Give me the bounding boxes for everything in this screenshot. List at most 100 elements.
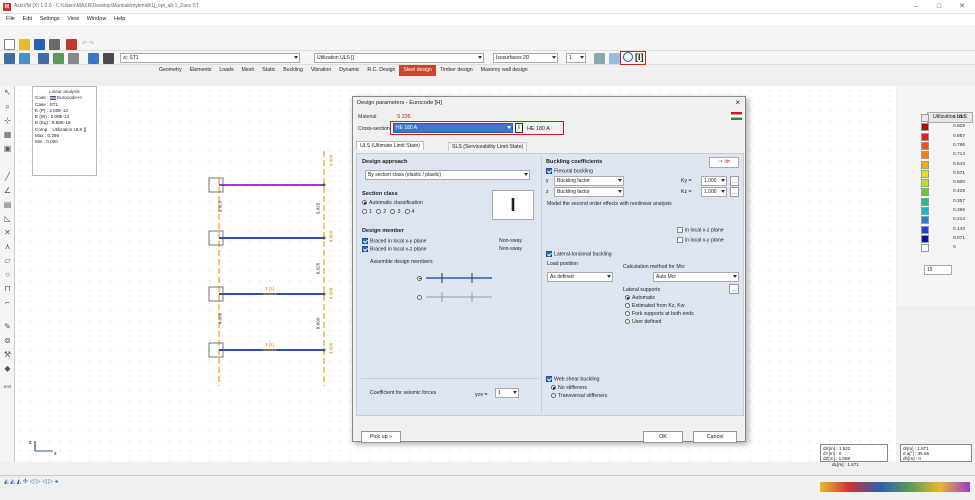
lateral-torsional-checkbox[interactable]: Lateral-torsional buckling	[546, 251, 612, 257]
kz-input[interactable]: 1.000	[701, 187, 727, 197]
class-1-radio[interactable]	[362, 209, 367, 215]
tab-masonry-wall-design[interactable]: Masonry wall design	[477, 64, 532, 76]
animation-icon[interactable]	[594, 53, 605, 64]
class-2-radio[interactable]	[376, 209, 382, 215]
line-icon[interactable]: ╱	[3, 172, 12, 181]
class-4-radio[interactable]	[404, 209, 410, 215]
cross-section-select[interactable]: HE 180 A	[393, 123, 513, 133]
buckling-factor-y-select[interactable]: Buckling factor	[554, 176, 624, 186]
dialog-close-button[interactable]: ×	[735, 98, 740, 107]
menu-settings[interactable]: Settings	[40, 14, 60, 25]
cut-icon[interactable]: ⌐	[3, 298, 12, 307]
lateral-automatic-radio[interactable]: Automatic	[625, 295, 655, 301]
step-select[interactable]: 1	[566, 53, 586, 63]
menu-help[interactable]: Help	[114, 14, 125, 25]
menu-file[interactable]: File	[6, 14, 15, 25]
maximize-button[interactable]: □	[928, 0, 950, 14]
tab-elements[interactable]: Elements	[186, 64, 216, 76]
seismic-coefficient-select[interactable]: 1	[495, 388, 519, 398]
web-shear-checkbox[interactable]: Web shear buckling	[546, 376, 599, 382]
tab-timber-design[interactable]: Timber design	[436, 64, 477, 76]
marker-icon[interactable]: ◆	[3, 364, 12, 373]
close-window-button[interactable]: ✕	[951, 0, 973, 14]
kz-more-button[interactable]: …	[730, 187, 739, 197]
layers-icon[interactable]	[4, 53, 15, 64]
lateral-supports-more-button[interactable]: …	[729, 284, 739, 294]
flexural-buckling-checkbox[interactable]: Flexural buckling	[546, 168, 593, 174]
braced-xy-checkbox[interactable]: Braced in local x-y plane	[362, 238, 427, 244]
tab-vibration[interactable]: Vibration	[307, 64, 335, 76]
view-icon[interactable]	[68, 53, 79, 64]
scale-header[interactable]: Utilization ULS	[927, 112, 973, 123]
tab-mesh[interactable]: Mesh	[238, 64, 259, 76]
save-icon[interactable]	[34, 39, 45, 50]
local-xy-checkbox[interactable]: in local x-y plane	[677, 237, 724, 243]
copy-parameters-button[interactable]: ⇢ ≫	[709, 157, 739, 168]
surface-icon[interactable]: ▱	[3, 256, 12, 265]
gear-icon[interactable]	[88, 53, 99, 64]
measure-icon[interactable]: ⊚	[3, 336, 12, 345]
assemble-option-2[interactable]	[417, 290, 494, 304]
ky-input[interactable]: 1.000	[701, 176, 727, 186]
cancel-button[interactable]: Cancel	[693, 431, 737, 443]
tab-static[interactable]: Static	[258, 64, 279, 76]
tab-uls[interactable]: ULS (Ultimate Limit State)	[356, 141, 424, 150]
report-icon[interactable]	[66, 39, 77, 50]
menu-view[interactable]: View	[67, 14, 79, 25]
minimize-button[interactable]: –	[905, 0, 927, 14]
print-icon[interactable]	[49, 39, 60, 50]
wall-icon[interactable]: ⊓	[3, 284, 12, 293]
display-mode-select[interactable]: Isosurfaces 2D	[493, 53, 558, 63]
circle-icon[interactable]: ○	[3, 270, 12, 279]
angle-icon[interactable]: ∠	[3, 186, 12, 195]
class-3-radio[interactable]	[390, 209, 396, 215]
lateral-estimated-radio[interactable]: Estimated from Kz, Kw	[625, 303, 684, 309]
tab-sls[interactable]: SLS (Serviceability Limit State)	[448, 142, 528, 151]
lateral-user-radio[interactable]: User defined	[625, 319, 661, 325]
grid-icon[interactable]: ▦	[3, 130, 12, 139]
scale-count-input[interactable]: 15	[924, 265, 952, 275]
local-xz-checkbox[interactable]: in local x-z plane	[677, 227, 724, 233]
tab-steel-design[interactable]: Steel design	[399, 64, 436, 76]
buckling-factor-z-select[interactable]: Buckling factor	[554, 187, 624, 197]
design-params-icon[interactable]: [I]	[635, 52, 644, 62]
tab-loads[interactable]: Loads	[215, 64, 237, 76]
menu-window[interactable]: Window	[87, 14, 107, 25]
slope-icon[interactable]: ◺	[3, 214, 12, 223]
lateral-fork-radio[interactable]: Fork supports at both ends	[625, 311, 694, 317]
section-class-auto-radio[interactable]: Automatic classification	[362, 200, 423, 206]
ky-more-button[interactable]: …	[730, 176, 739, 186]
node-icon[interactable]: ⊹	[3, 116, 12, 125]
vertex-icon[interactable]: ⋏	[3, 242, 12, 251]
ok-button[interactable]: OK	[643, 431, 683, 443]
pen-icon[interactable]: ✎	[3, 322, 12, 331]
result-component-select[interactable]: Utilization ULS []	[314, 53, 484, 63]
menu-edit[interactable]: Edit	[23, 14, 32, 25]
assemble-option-1[interactable]	[417, 271, 494, 285]
tab-geometry[interactable]: Geometry	[155, 64, 186, 76]
braced-xz-checkbox[interactable]: Braced in local x-z plane	[362, 246, 427, 252]
web-transversal-radio[interactable]: Transversal stiffeners	[551, 393, 607, 399]
zoom-icon[interactable]: ⌕	[3, 102, 12, 111]
undo-icon[interactable]: ↶ ↷ ·	[82, 40, 97, 47]
table-browser-icon[interactable]	[38, 53, 49, 64]
refresh-design-icon[interactable]	[623, 52, 633, 62]
calc-method-select[interactable]: Auto Mcr	[653, 272, 739, 282]
design-approach-select[interactable]: By section class (elastic / plastic)	[365, 170, 530, 180]
load-case-select[interactable]: ʌi: ST1	[120, 53, 300, 63]
view-nav-icons[interactable]: ◭ ◭ ◭ ✣ ◁ ▷ ◁ ▷ ◂	[4, 478, 58, 485]
tab-dynamic[interactable]: Dynamic	[335, 64, 363, 76]
tool-icon[interactable]: ⚒	[3, 350, 12, 359]
cross-icon[interactable]: ✕	[3, 228, 12, 237]
snap-toolbar-icons[interactable]	[820, 482, 970, 492]
hatch-icon[interactable]: ▤	[3, 200, 12, 209]
load-position-select[interactable]: As defined	[547, 272, 613, 282]
web-no-stiffeners-radio[interactable]: No stiffeners	[551, 385, 587, 391]
new-file-icon[interactable]	[4, 39, 15, 50]
settings-icon[interactable]	[53, 53, 64, 64]
tab-rc-design[interactable]: R.C. Design	[363, 64, 399, 76]
tab-buckling[interactable]: Buckling	[279, 64, 307, 76]
open-folder-icon[interactable]	[19, 39, 30, 50]
pointer-icon[interactable]: ↖	[3, 88, 12, 97]
pick-up-button[interactable]: Pick up »	[361, 431, 401, 443]
